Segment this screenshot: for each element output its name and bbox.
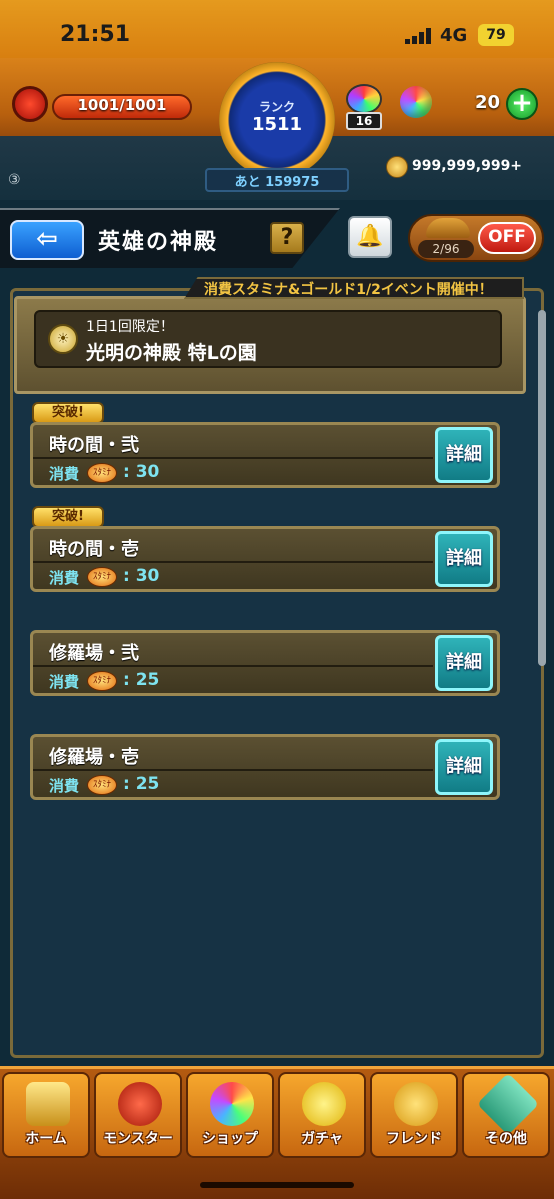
off-toggle-button[interactable]: OFF <box>478 222 536 254</box>
quest-row[interactable]: 修羅場・壱 消費 ｽﾀﾐﾅ : 25 詳細 <box>30 734 500 800</box>
gacha-icon <box>302 1082 346 1126</box>
orb-icon <box>400 86 432 118</box>
cost-value: : 30 <box>123 462 160 482</box>
nav-label: フレンド <box>386 1131 442 1147</box>
nav-label: ホーム <box>25 1131 67 1147</box>
home-icon <box>26 1082 70 1126</box>
featured-title: 光明の神殿 特Lの園 <box>86 342 257 364</box>
scrollbar[interactable] <box>538 310 546 666</box>
quest-name: 時の間・壱 <box>49 539 139 560</box>
stamina-small-icon: ｽﾀﾐﾅ <box>87 567 117 587</box>
monster-icon <box>118 1082 162 1126</box>
nav-gacha[interactable]: ガチャ <box>278 1072 366 1158</box>
cost-label: 消費 <box>49 465 80 483</box>
helmet-icon <box>426 218 470 238</box>
gold-value: 999,999,999+ <box>412 158 523 174</box>
network-label: 4G <box>440 25 468 46</box>
nav-label: その他 <box>485 1131 527 1147</box>
stamina-small-icon: ｽﾀﾐﾅ <box>87 671 117 691</box>
cost-value: : 25 <box>123 774 160 794</box>
quest-row[interactable]: 修羅場・弐 消費 ｽﾀﾐﾅ : 25 詳細 <box>30 630 500 696</box>
quest-name: 修羅場・壱 <box>49 747 139 768</box>
event-banner-text: 消費スタミナ&ゴールド1/2イベント開催中！ <box>204 282 493 298</box>
clear-badge: 突破! <box>32 402 104 424</box>
nav-shop[interactable]: ショップ <box>186 1072 274 1158</box>
nav-friend[interactable]: フレンド <box>370 1072 458 1158</box>
cost-label: 消費 <box>49 673 80 691</box>
page-title: 英雄の神殿 <box>98 230 219 255</box>
orb-count: 20 <box>474 92 500 113</box>
stamina-small-icon: ｽﾀﾐﾅ <box>87 775 117 795</box>
other-icon <box>476 1072 540 1136</box>
luck-badge-count: 16 <box>346 112 382 130</box>
home-indicator <box>200 1182 354 1188</box>
signal-icon <box>405 28 431 44</box>
rank-next-exp: あと 159975 <box>234 175 320 190</box>
cost-value: : 25 <box>123 670 160 690</box>
clear-badge: 突破! <box>32 506 104 528</box>
status-time: 21:51 <box>60 22 131 47</box>
detail-button[interactable]: 詳細 <box>435 739 493 795</box>
nav-label: ガチャ <box>301 1131 343 1147</box>
friend-icon <box>394 1082 438 1126</box>
stamina-small-icon: ｽﾀﾐﾅ <box>87 463 117 483</box>
stamina-icon <box>12 86 48 122</box>
rank-label: ランク <box>258 100 295 114</box>
stamina-value: 1001/1001 <box>77 96 167 114</box>
cost-label: 消費 <box>49 569 80 587</box>
shop-orb-icon <box>210 1082 254 1126</box>
sun-icon: ☀ <box>48 324 78 354</box>
featured-note: 1日1回限定！ <box>86 319 174 335</box>
nav-other[interactable]: その他 <box>462 1072 550 1158</box>
nav-home[interactable]: ホーム <box>2 1072 90 1158</box>
quest-row[interactable]: 時の間・壱 消費 ｽﾀﾐﾅ : 30 詳細 <box>30 526 500 592</box>
quest-name: 時の間・弐 <box>49 435 139 456</box>
quest-row[interactable]: 時の間・弐 消費 ｽﾀﾐﾅ : 30 詳細 <box>30 422 500 488</box>
detail-button[interactable]: 詳細 <box>435 427 493 483</box>
nav-monster[interactable]: モンスター <box>94 1072 182 1158</box>
add-orb-button[interactable]: + <box>506 88 538 120</box>
quest-name: 修羅場・弐 <box>49 643 139 664</box>
nav-label: モンスター <box>103 1131 173 1147</box>
detail-button[interactable]: 詳細 <box>435 635 493 691</box>
helmet-count: 2/96 <box>418 240 474 258</box>
cost-value: : 30 <box>123 566 160 586</box>
notice-number: ③ <box>8 172 21 188</box>
detail-button[interactable]: 詳細 <box>435 531 493 587</box>
cost-label: 消費 <box>49 777 80 795</box>
gold-coin-icon <box>386 156 408 178</box>
rank-value: 1511 <box>251 114 303 135</box>
luck-badge-icon[interactable] <box>346 84 382 114</box>
help-button[interactable]: ? <box>270 222 304 254</box>
bell-icon[interactable]: 🔔 <box>348 216 392 258</box>
nav-label: ショップ <box>202 1131 258 1147</box>
back-button[interactable]: ⇦ <box>10 220 84 260</box>
battery-icon: 79 <box>478 24 514 46</box>
